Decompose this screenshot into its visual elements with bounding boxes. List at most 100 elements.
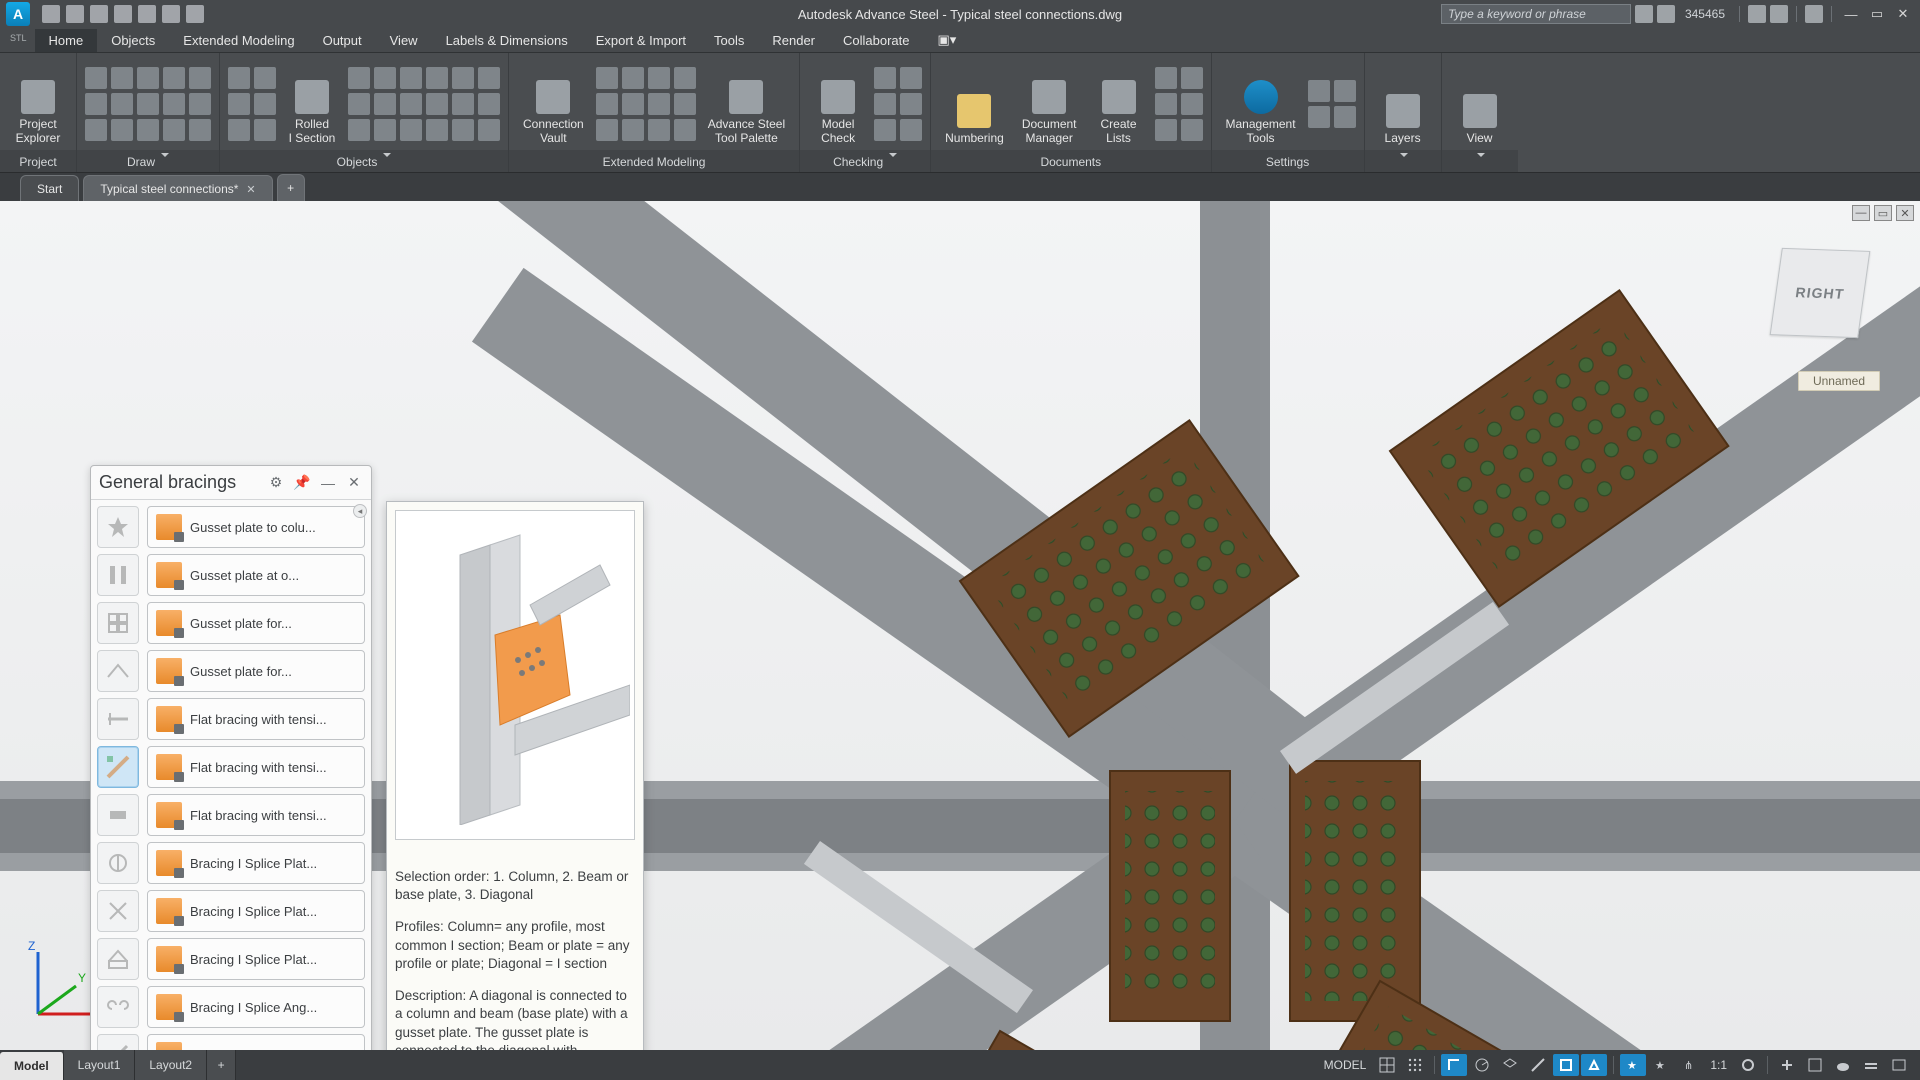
- doc-tab-add[interactable]: +: [277, 174, 305, 201]
- panel-title-draw[interactable]: Draw: [77, 150, 219, 172]
- cat-link-icon[interactable]: [97, 986, 139, 1028]
- cat-diag-icon[interactable]: [97, 1034, 139, 1050]
- donut-icon[interactable]: [111, 119, 133, 141]
- ext-ic[interactable]: [648, 67, 670, 89]
- chk-ic[interactable]: [874, 119, 896, 141]
- tab-objects[interactable]: Objects: [97, 29, 169, 52]
- obj-ic[interactable]: [374, 119, 396, 141]
- create-lists-button[interactable]: Create Lists: [1089, 60, 1149, 148]
- qat-new-icon[interactable]: [42, 5, 60, 23]
- user-label[interactable]: 345465: [1679, 7, 1731, 21]
- document-manager-button[interactable]: Document Manager: [1016, 60, 1083, 148]
- cat-frame-icon[interactable]: [97, 938, 139, 980]
- layout-tab-layout2[interactable]: Layout2: [135, 1050, 207, 1080]
- obj-ic[interactable]: [400, 67, 422, 89]
- ext-ic[interactable]: [622, 119, 644, 141]
- osnap-3d-icon[interactable]: [1581, 1054, 1607, 1076]
- tab-home[interactable]: Home: [35, 29, 98, 52]
- model-space-label[interactable]: MODEL: [1318, 1058, 1373, 1072]
- ext-ic[interactable]: [622, 93, 644, 115]
- tab-view[interactable]: View: [376, 29, 432, 52]
- chk-ic[interactable]: [900, 93, 922, 115]
- view-cube[interactable]: RIGHT: [1760, 241, 1880, 361]
- ortho-icon[interactable]: [1441, 1054, 1467, 1076]
- chk-ic[interactable]: [900, 119, 922, 141]
- minimize-button[interactable]: —: [1840, 5, 1862, 23]
- osnap-tracking-icon[interactable]: [1525, 1054, 1551, 1076]
- tab-labels-dimensions[interactable]: Labels & Dimensions: [432, 29, 582, 52]
- help-icon[interactable]: [1805, 5, 1823, 23]
- rolled-isection-button[interactable]: Rolled I Section: [282, 60, 342, 148]
- management-tools-button[interactable]: Management Tools: [1220, 60, 1302, 148]
- obj-ic[interactable]: [348, 119, 370, 141]
- quick-props-icon[interactable]: [1802, 1054, 1828, 1076]
- vp-close-icon[interactable]: ✕: [1896, 205, 1914, 221]
- doc-ic[interactable]: [1181, 93, 1203, 115]
- cat-grid-icon[interactable]: [97, 602, 139, 644]
- chk-ic[interactable]: [874, 93, 896, 115]
- tab-collaborate[interactable]: Collaborate: [829, 29, 924, 52]
- grid-dots-icon[interactable]: [1402, 1054, 1428, 1076]
- infocenter-icon[interactable]: [1635, 5, 1653, 23]
- qat-redo-icon[interactable]: [186, 5, 204, 23]
- app-store-icon[interactable]: [1770, 5, 1788, 23]
- circle-icon[interactable]: [189, 67, 211, 89]
- ext-ic[interactable]: [648, 119, 670, 141]
- obj-ic[interactable]: [228, 67, 250, 89]
- restore-button[interactable]: ▭: [1866, 5, 1888, 23]
- doc-ic[interactable]: [1155, 119, 1177, 141]
- ext-ic[interactable]: [596, 93, 618, 115]
- panel-title-objects[interactable]: Objects: [220, 150, 508, 172]
- viewport[interactable]: — ▭ ✕ RIGHT Unnamed Z X Y General bracin…: [0, 201, 1920, 1050]
- obj-ic[interactable]: [374, 93, 396, 115]
- spline-icon[interactable]: [85, 93, 107, 115]
- layout-tab-layout1[interactable]: Layout1: [64, 1050, 136, 1080]
- construction-icon[interactable]: [189, 93, 211, 115]
- obj-ic[interactable]: [228, 119, 250, 141]
- polar-icon[interactable]: [1469, 1054, 1495, 1076]
- revision-icon[interactable]: [137, 119, 159, 141]
- doc-ic[interactable]: [1155, 67, 1177, 89]
- tab-output[interactable]: Output: [309, 29, 376, 52]
- cat-columns-icon[interactable]: [97, 554, 139, 596]
- obj-ic[interactable]: [478, 119, 500, 141]
- palette-item[interactable]: Bracing I Splice Plat...: [147, 938, 365, 980]
- view-button[interactable]: View: [1450, 60, 1510, 148]
- qat-saveas-icon[interactable]: [114, 5, 132, 23]
- obj-ic[interactable]: [254, 93, 276, 115]
- as-snap-icon[interactable]: ★: [1620, 1054, 1646, 1076]
- set-ic[interactable]: [1308, 80, 1330, 102]
- palette-item[interactable]: Gusset plate at o...: [147, 554, 365, 596]
- panel-title-view[interactable]: [1442, 150, 1518, 172]
- palette-header[interactable]: General bracings ⚙ 📌 — ✕: [91, 466, 371, 500]
- view-cube-face[interactable]: RIGHT: [1770, 248, 1871, 338]
- app-icon[interactable]: A: [6, 2, 30, 26]
- arc-icon[interactable]: [137, 67, 159, 89]
- ext-ic[interactable]: [674, 119, 696, 141]
- chk-ic[interactable]: [900, 67, 922, 89]
- isoplane-icon[interactable]: [1497, 1054, 1523, 1076]
- palette-item[interactable]: Flat bracing with tensi...: [147, 794, 365, 836]
- palette-item[interactable]: Bracing I Splice Ang...: [147, 986, 365, 1028]
- as-snap2-icon[interactable]: ★: [1648, 1054, 1674, 1076]
- ribbon-overflow-icon[interactable]: ▣▾: [924, 28, 971, 52]
- helix-icon[interactable]: [189, 119, 211, 141]
- ext-ic[interactable]: [596, 119, 618, 141]
- ext-ic[interactable]: [622, 67, 644, 89]
- numbering-button[interactable]: Numbering: [939, 60, 1010, 148]
- ext-ic[interactable]: [648, 93, 670, 115]
- palette-item[interactable]: Gusset plate for...: [147, 602, 365, 644]
- palette-item[interactable]: Bracing I Splice Plat...: [147, 890, 365, 932]
- obj-ic[interactable]: [374, 67, 396, 89]
- pin-icon[interactable]: 📌: [293, 474, 311, 492]
- obj-ic[interactable]: [348, 93, 370, 115]
- doc-ic[interactable]: [1181, 119, 1203, 141]
- obj-ic[interactable]: [452, 119, 474, 141]
- cat-roof-icon[interactable]: [97, 650, 139, 692]
- qat-undo-icon[interactable]: [162, 5, 180, 23]
- scroll-up-icon[interactable]: ◂: [353, 504, 367, 518]
- gear-icon[interactable]: ⚙: [267, 474, 285, 492]
- obj-ic[interactable]: [254, 67, 276, 89]
- plus-icon[interactable]: [1774, 1054, 1800, 1076]
- doc-tab-start[interactable]: Start: [20, 175, 79, 201]
